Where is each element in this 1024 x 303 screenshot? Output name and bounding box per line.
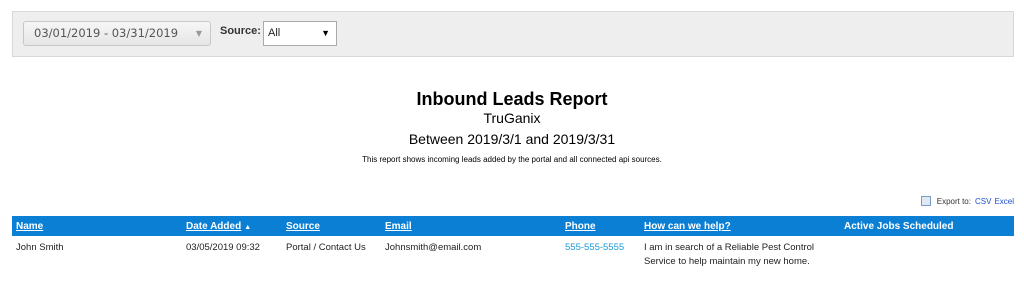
column-header-date-added[interactable]: Date Added ▲	[182, 216, 282, 236]
column-header-label: Name	[16, 220, 44, 232]
column-header-email[interactable]: Email	[381, 216, 561, 236]
leads-table: Name Date Added ▲ Source Email Phone How …	[12, 216, 1014, 269]
report-header: Inbound Leads Report TruGanix Between 20…	[0, 88, 1024, 165]
sort-ascending-icon: ▲	[244, 223, 252, 231]
source-label: Source:	[220, 25, 261, 37]
column-header-help[interactable]: How can we help?	[640, 216, 840, 236]
column-header-label: Active Jobs Scheduled	[844, 220, 954, 232]
column-header-label: Email	[385, 220, 412, 232]
report-description: This report shows incoming leads added b…	[362, 155, 662, 164]
cell-name: John Smith	[16, 242, 64, 253]
date-range-value: 03/01/2019 - 03/31/2019	[34, 26, 179, 40]
report-company: TruGanix	[483, 110, 541, 126]
export-csv-link[interactable]: CSV	[975, 197, 991, 206]
export-label: Export to:	[936, 196, 971, 206]
chevron-down-icon: ▼	[195, 29, 202, 38]
cell-date-added: 03/05/2019 09:32	[186, 242, 260, 253]
source-select-value: All	[268, 27, 281, 39]
report-title: Inbound Leads Report	[416, 89, 608, 109]
cell-phone[interactable]: 555-555-5555	[561, 236, 640, 269]
table-header-row: Name Date Added ▲ Source Email Phone How …	[12, 216, 1014, 236]
column-header-label: Phone	[565, 220, 596, 232]
column-header-name[interactable]: Name	[12, 216, 182, 236]
cell-source: Portal / Contact Us	[286, 242, 366, 253]
cell-active-jobs	[840, 236, 1014, 269]
spreadsheet-icon	[920, 196, 931, 206]
filter-bar: 03/01/2019 - 03/31/2019 ▼ Source: All ▼	[12, 11, 1014, 57]
cell-email: Johnsmith@email.com	[385, 242, 482, 253]
export-excel-link[interactable]: Excel	[994, 197, 1014, 206]
source-select[interactable]: All ▼	[263, 21, 337, 46]
column-header-label: How can we help?	[644, 220, 731, 232]
export-bar: Export to: CSV Excel	[920, 196, 1014, 206]
report-date-range: Between 2019/3/1 and 2019/3/31	[408, 131, 616, 147]
cell-help: I am in search of a Reliable Pest Contro…	[644, 242, 815, 267]
column-header-label: Source	[286, 220, 320, 232]
column-header-phone[interactable]: Phone	[561, 216, 640, 236]
chevron-down-icon: ▼	[321, 28, 330, 38]
table-row: John Smith 03/05/2019 09:32 Portal / Con…	[12, 236, 1014, 269]
column-header-active-jobs: Active Jobs Scheduled	[840, 216, 1014, 236]
column-header-source[interactable]: Source	[282, 216, 381, 236]
column-header-label: Date Added	[186, 220, 242, 232]
date-range-picker[interactable]: 03/01/2019 - 03/31/2019 ▼	[23, 21, 211, 46]
